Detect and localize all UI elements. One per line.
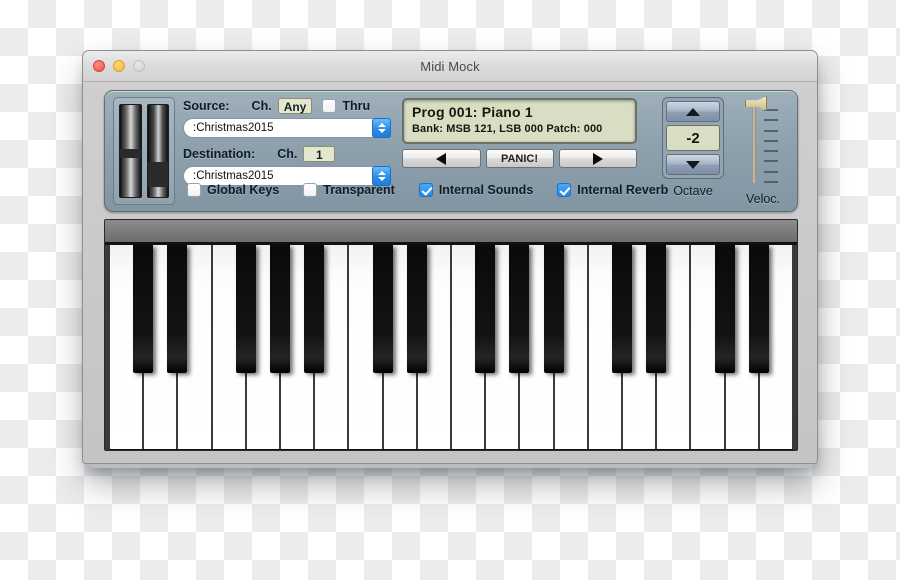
program-display-group: Prog 001: Piano 1 Bank: MSB 121, LSB 000…	[402, 98, 637, 168]
black-key[interactable]	[748, 245, 769, 373]
transparent-checkbox[interactable]	[303, 183, 318, 197]
internal-sounds-label: Internal Sounds	[438, 183, 534, 197]
panic-button-label: PANIC!	[500, 152, 539, 165]
mod-wheel-upper	[147, 105, 168, 163]
octave-caption: Octave	[673, 184, 713, 198]
source-device-combobox[interactable]: :Christmas2015	[183, 118, 391, 138]
window-title: Midi Mock	[420, 58, 480, 74]
zoom-button-icon[interactable]	[133, 60, 145, 72]
black-key[interactable]	[133, 245, 154, 373]
pitch-wheel-upper	[120, 105, 141, 150]
keyboard-rail	[105, 220, 797, 245]
black-key[interactable]	[646, 245, 667, 373]
modulation-wheel[interactable]	[146, 104, 169, 198]
title-bar[interactable]: Midi Mock	[83, 51, 817, 82]
thru-checkbox[interactable]	[322, 98, 337, 113]
octave-control: -2 Octave	[662, 97, 724, 198]
black-key[interactable]	[235, 245, 256, 373]
octave-value: -2	[666, 125, 720, 151]
pitch-wheel-lower	[120, 158, 141, 197]
panic-button[interactable]: PANIC!	[485, 149, 554, 168]
destination-label: Destination:	[183, 146, 256, 161]
black-key[interactable]	[714, 245, 735, 373]
global-keys-group[interactable]: Global Keys	[187, 183, 279, 197]
arrow-left-icon	[436, 152, 447, 165]
black-key[interactable]	[304, 245, 325, 373]
destination-row: Destination: Ch. 1	[183, 144, 413, 163]
wheels-group	[113, 97, 175, 205]
transparent-label: Transparent	[323, 183, 395, 197]
keyboard-keys[interactable]	[109, 245, 793, 450]
black-key[interactable]	[543, 245, 564, 373]
black-key[interactable]	[475, 245, 496, 373]
screenshot-canvas: Midi Mock Source: Ch. Any Thru:Christma…	[0, 0, 900, 580]
thru-label: Thru	[342, 98, 371, 113]
control-panel: Source: Ch. Any Thru :Christmas2015 Dest	[104, 90, 798, 212]
black-key[interactable]	[509, 245, 530, 373]
transparent-group[interactable]: Transparent	[303, 183, 395, 197]
global-keys-label: Global Keys	[207, 183, 280, 197]
black-key[interactable]	[406, 245, 427, 373]
internal-reverb-group[interactable]: Internal Reverb	[557, 183, 668, 197]
destination-device-value: :Christmas2015	[193, 170, 274, 182]
source-channel-label: Ch.	[251, 98, 272, 113]
internal-reverb-label: Internal Reverb	[577, 183, 669, 197]
piano-keyboard	[104, 219, 798, 451]
octave-up-button[interactable]	[666, 101, 720, 122]
minimize-button-icon[interactable]	[113, 60, 125, 72]
program-buttons: PANIC!	[402, 149, 637, 168]
source-device-value: :Christmas2015	[193, 122, 274, 134]
traffic-lights	[93, 60, 145, 72]
window-body: Source: Ch. Any Thru :Christmas2015 Dest	[83, 82, 817, 463]
internal-sounds-group[interactable]: Internal Sounds	[418, 183, 534, 197]
arrow-down-icon	[686, 160, 700, 169]
previous-program-button[interactable]	[402, 149, 481, 168]
internal-reverb-checkbox[interactable]	[557, 183, 572, 197]
global-keys-checkbox[interactable]	[187, 183, 201, 197]
source-row: Source: Ch. Any Thru	[183, 96, 413, 115]
velocity-control: Veloc.	[734, 95, 792, 206]
lcd-display: Prog 001: Piano 1 Bank: MSB 121, LSB 000…	[402, 98, 637, 144]
octave-down-button[interactable]	[666, 154, 720, 175]
pitch-bend-wheel[interactable]	[119, 104, 142, 198]
lcd-program-name: Prog 001: Piano 1	[412, 104, 533, 120]
arrow-up-icon	[686, 107, 700, 116]
octave-stepper: -2	[662, 97, 724, 179]
arrow-right-icon	[592, 152, 603, 165]
velocity-slider-knob[interactable]	[745, 96, 767, 111]
black-key[interactable]	[270, 245, 290, 373]
next-program-button[interactable]	[558, 149, 637, 168]
black-key[interactable]	[167, 245, 188, 373]
source-device-stepper-icon[interactable]	[372, 118, 391, 138]
close-button-icon[interactable]	[93, 60, 105, 72]
mod-wheel-lower	[147, 186, 168, 197]
internal-sounds-checkbox[interactable]	[418, 183, 433, 197]
app-window: Midi Mock Source: Ch. Any Thru:Christma…	[82, 50, 818, 464]
source-channel-value[interactable]: Any	[277, 97, 313, 114]
velocity-slider-rod	[752, 107, 756, 183]
source-label: Source:	[183, 98, 230, 113]
options-checkbox-strip: Global Keys Transparent Internal Sounds …	[187, 183, 668, 197]
velocity-slider[interactable]	[734, 95, 792, 187]
black-key[interactable]	[612, 245, 632, 373]
lcd-bank-patch: Bank: MSB 121, LSB 000 Patch: 000	[412, 123, 603, 135]
black-key[interactable]	[372, 245, 393, 373]
velocity-caption: Veloc.	[745, 192, 781, 206]
velocity-tick-marks	[764, 109, 782, 183]
destination-channel-label: Ch.	[277, 146, 298, 161]
routing-fields: Source: Ch. Any Thru :Christmas2015 Dest	[183, 96, 413, 186]
destination-channel-value[interactable]: 1	[303, 145, 336, 162]
